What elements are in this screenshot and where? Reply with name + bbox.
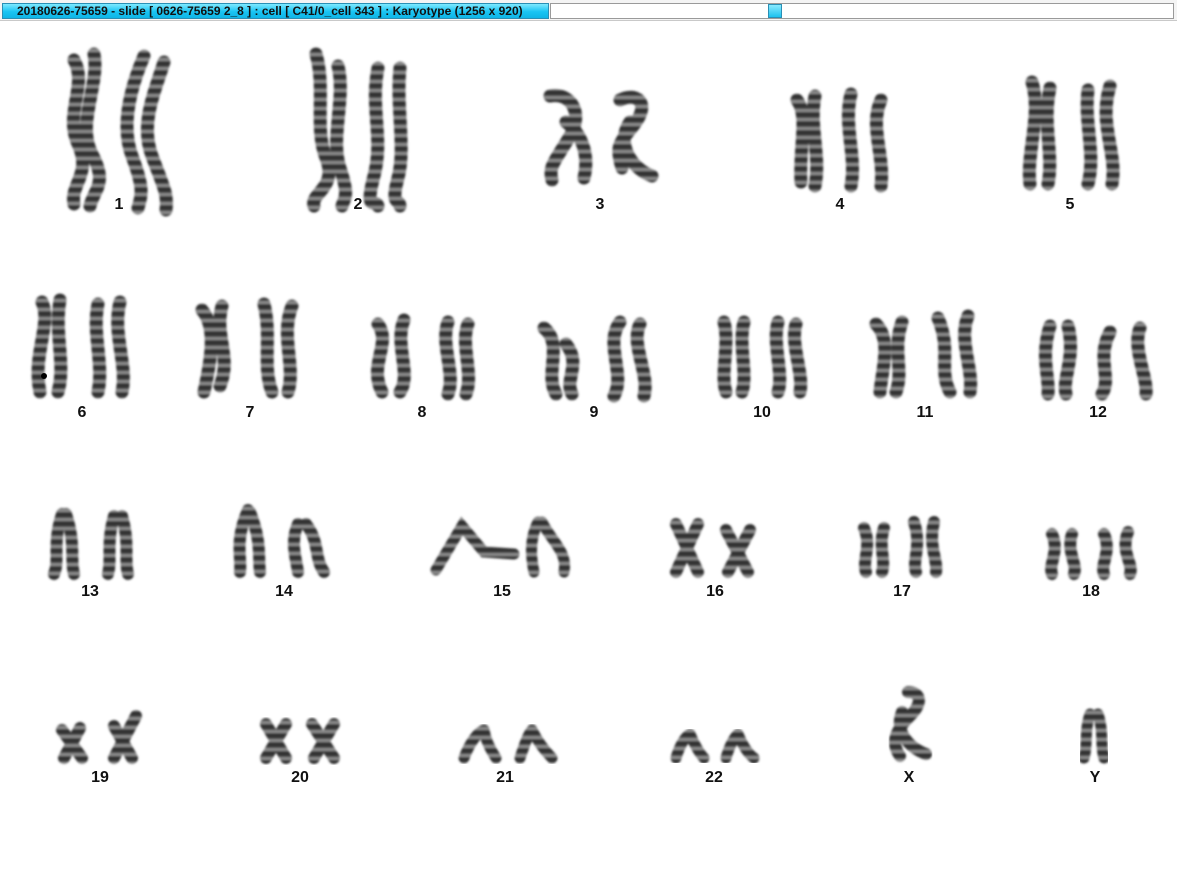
chromosome-label-19: 19 — [91, 769, 109, 786]
chromosome-17-image — [858, 516, 943, 578]
chromosome-label-y: Y — [1089, 769, 1101, 786]
chromosome-15-image — [430, 516, 571, 578]
chromosome-22-image — [670, 728, 760, 764]
chromosome-label-4: 4 — [835, 196, 845, 213]
window-title-tab[interactable]: 20180626-75659 - slide [ 0626-75659 2_8 … — [2, 3, 549, 19]
chromosome-label-1: 1 — [114, 196, 124, 213]
chromosome-x-image — [889, 686, 932, 762]
chromosome-label-6: 6 — [77, 404, 87, 421]
chromosome-label-17: 17 — [893, 583, 911, 600]
karyotype-canvas: 1 2 3 4 5 6 7 8 9 10 11 12 13 14 15 16 1… — [0, 22, 1177, 877]
chromosome-20-image — [260, 718, 340, 764]
chromosome-10-image — [717, 315, 808, 399]
chromosome-4-image — [790, 87, 889, 193]
chromosome-label-14: 14 — [275, 583, 293, 600]
chromosome-12-image — [1038, 319, 1153, 401]
title-bar-handle[interactable] — [768, 4, 782, 18]
chromosome-3-image — [543, 89, 659, 187]
chromosome-label-x: X — [903, 769, 915, 786]
chromosome-label-13: 13 — [81, 583, 99, 600]
chromosome-18-image — [1045, 526, 1137, 580]
chromosome-21-image — [458, 724, 558, 764]
chromosome-6-image — [31, 293, 130, 399]
chromosome-label-11: 11 — [916, 404, 934, 421]
chromosome-2-image — [307, 47, 408, 213]
chromosome-label-9: 9 — [589, 404, 599, 421]
chromosome-8-image — [371, 313, 476, 401]
chromosome-label-21: 21 — [496, 769, 514, 786]
chromosome-label-20: 20 — [291, 769, 309, 786]
chromosome-label-15: 15 — [493, 583, 511, 600]
chromosome-19-image — [56, 710, 142, 764]
chromosome-label-10: 10 — [753, 404, 771, 421]
chromosome-7-image — [195, 297, 299, 399]
title-bar-track — [550, 3, 1174, 19]
chromosome-label-22: 22 — [705, 769, 723, 786]
chromosome-label-5: 5 — [1065, 196, 1075, 213]
chromosome-label-8: 8 — [417, 404, 427, 421]
chromosome-11-image — [869, 309, 978, 399]
chromosome-16-image — [670, 518, 756, 578]
chromosome-y-image — [1078, 708, 1110, 764]
chromosome-label-3: 3 — [595, 196, 605, 213]
chromosome-label-2: 2 — [353, 196, 363, 213]
chromosome-9-image — [537, 315, 652, 403]
chromosome-label-16: 16 — [706, 583, 724, 600]
chromosome-5-image — [1022, 75, 1120, 191]
chromosome-label-12: 12 — [1089, 404, 1107, 421]
chromosome-label-18: 18 — [1082, 583, 1100, 600]
window-title-bar: 20180626-75659 - slide [ 0626-75659 2_8 … — [0, 0, 1177, 21]
chromosome-14-image — [233, 504, 330, 578]
chromosome-13-image — [48, 508, 134, 580]
chromosome-1-image — [67, 47, 173, 217]
chromosome-label-7: 7 — [245, 404, 255, 421]
